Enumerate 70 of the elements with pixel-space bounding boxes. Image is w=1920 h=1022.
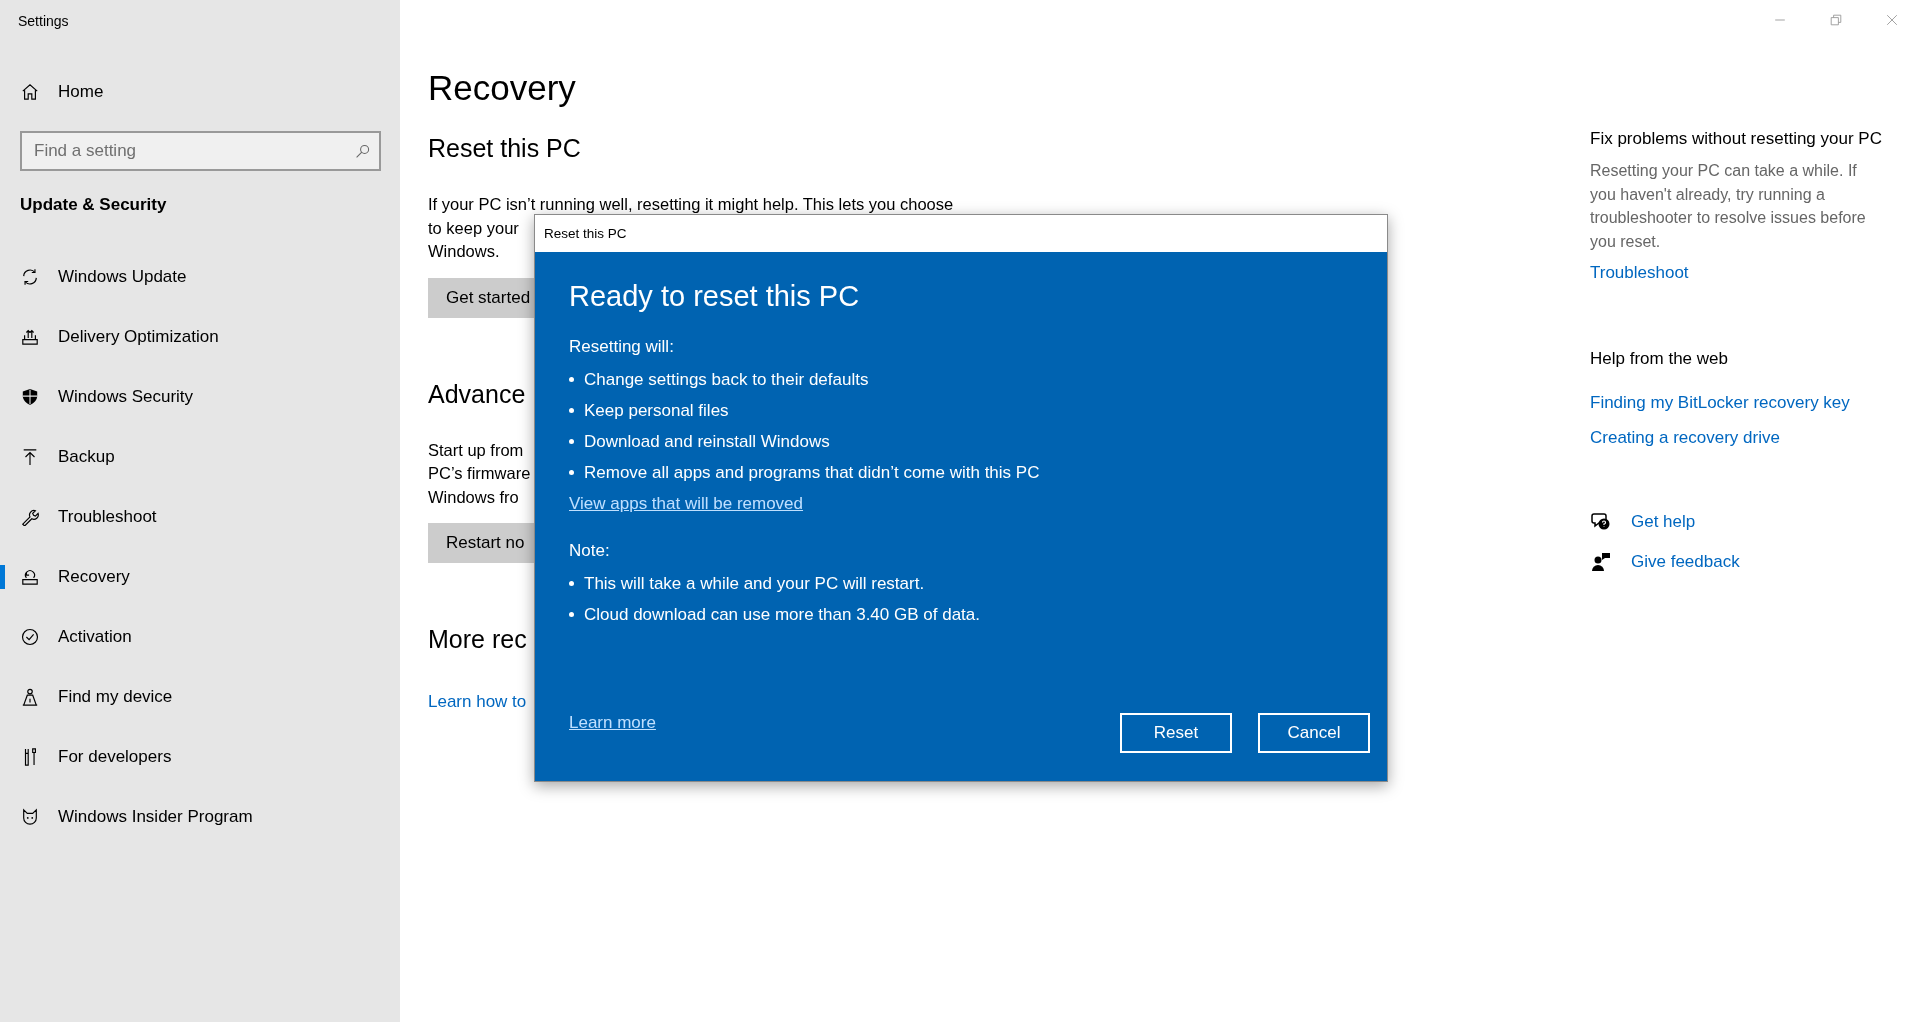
description-line: PC’s firmware bbox=[428, 463, 531, 484]
support-link[interactable]: Get help bbox=[1631, 512, 1696, 532]
wrench-icon bbox=[21, 508, 39, 526]
sidebar-item[interactable]: Backup bbox=[0, 427, 400, 487]
related-text: Resetting your PC can take a while. If you haven't already, try running a troubleshooter to resolve issues before you reset. bbox=[1590, 161, 1867, 252]
list-item-text: This will take a while and your PC will restart. bbox=[584, 573, 925, 594]
upload-tray-icon bbox=[21, 328, 39, 346]
description-line: Start up from bbox=[428, 439, 524, 461]
sidebar-item[interactable]: Windows Update bbox=[0, 247, 400, 307]
list-item-text: Remove all apps and programs that didn’t come with this PC bbox=[584, 462, 1040, 483]
home-icon bbox=[21, 83, 39, 101]
help-link[interactable]: Finding my BitLocker recovery key bbox=[1590, 393, 1850, 413]
page-title: Recovery bbox=[428, 68, 576, 108]
sidebar-item[interactable]: Find my device bbox=[0, 667, 400, 727]
view-apps-link[interactable]: View apps that will be removed bbox=[569, 494, 804, 514]
sidebar-item[interactable]: Recovery bbox=[0, 547, 400, 607]
list-item-text: Change settings back to their defaults bbox=[584, 369, 869, 390]
section-heading: More rec bbox=[428, 625, 527, 654]
bullet-icon bbox=[569, 581, 574, 586]
upload-arrow-icon bbox=[21, 448, 39, 466]
related-heading: Fix problems without resetting your PC bbox=[1590, 129, 1883, 149]
action-button[interactable]: Restart no bbox=[428, 523, 534, 563]
support-link[interactable]: Give feedback bbox=[1631, 552, 1740, 572]
window-title: Settings bbox=[17, 12, 70, 31]
dialog-title: Reset this PC bbox=[544, 226, 627, 241]
restore-icon bbox=[1830, 14, 1842, 26]
close-icon bbox=[1886, 14, 1898, 26]
list-item-text: Keep personal files bbox=[584, 400, 729, 421]
list-label: Note: bbox=[569, 541, 611, 561]
description-line: Windows fro bbox=[428, 486, 519, 508]
cat-icon bbox=[21, 808, 39, 826]
reset-button[interactable]: Reset bbox=[1120, 713, 1232, 753]
refresh-icon bbox=[21, 268, 39, 286]
person-icon bbox=[21, 688, 39, 706]
recovery-icon bbox=[21, 568, 39, 586]
list-item-text: Cloud download can use more than 3.40 GB of data. bbox=[584, 604, 980, 625]
description-line: to keep your bbox=[428, 217, 519, 239]
bullet-icon bbox=[569, 470, 574, 475]
list-item-text: Download and reinstall Windows bbox=[584, 431, 830, 452]
section-heading: Reset this PC bbox=[428, 134, 581, 163]
sidebar-item[interactable]: Activation bbox=[0, 607, 400, 667]
description-line: If your PC isn’t running well, resetting it might help. This lets you choose bbox=[428, 194, 954, 215]
dialog-heading: Ready to reset this PC bbox=[569, 280, 861, 313]
section-title: Update & Security bbox=[19, 194, 168, 216]
sidebar-item[interactable]: Troubleshoot bbox=[0, 487, 400, 547]
home-item[interactable]: Home bbox=[0, 61, 400, 123]
person-feedback-icon bbox=[1591, 552, 1611, 572]
sidebar-item[interactable]: Windows Insider Program bbox=[0, 787, 400, 847]
chat-question-icon bbox=[1591, 512, 1611, 532]
search-field[interactable]: Find a setting bbox=[20, 131, 381, 171]
help-link[interactable]: Creating a recovery drive bbox=[1590, 428, 1780, 448]
list-label: Resetting will: bbox=[569, 337, 675, 357]
bullet-icon bbox=[569, 408, 574, 413]
learn-more-link[interactable]: Learn more bbox=[569, 713, 656, 733]
action-button[interactable]: Get started bbox=[428, 277, 534, 318]
bullet-icon bbox=[569, 612, 574, 617]
sidebar-item[interactable]: For developers bbox=[0, 727, 400, 787]
description-line: Windows. bbox=[428, 241, 500, 262]
bullet-icon bbox=[569, 439, 574, 444]
check-circle-icon bbox=[21, 628, 39, 646]
section-heading: Advance bbox=[428, 379, 526, 409]
shield-icon bbox=[21, 388, 39, 406]
link[interactable]: Learn how to bbox=[428, 692, 527, 712]
related-heading: Help from the web bbox=[1590, 349, 1729, 369]
sidebar-item[interactable]: Windows Security bbox=[0, 367, 400, 427]
troubleshoot-link[interactable]: Troubleshoot bbox=[1590, 263, 1689, 283]
bullet-icon bbox=[569, 377, 574, 382]
cancel-button[interactable]: Cancel bbox=[1258, 713, 1370, 753]
search-icon bbox=[355, 143, 371, 159]
sidebar-item[interactable]: Delivery Optimization bbox=[0, 307, 400, 367]
